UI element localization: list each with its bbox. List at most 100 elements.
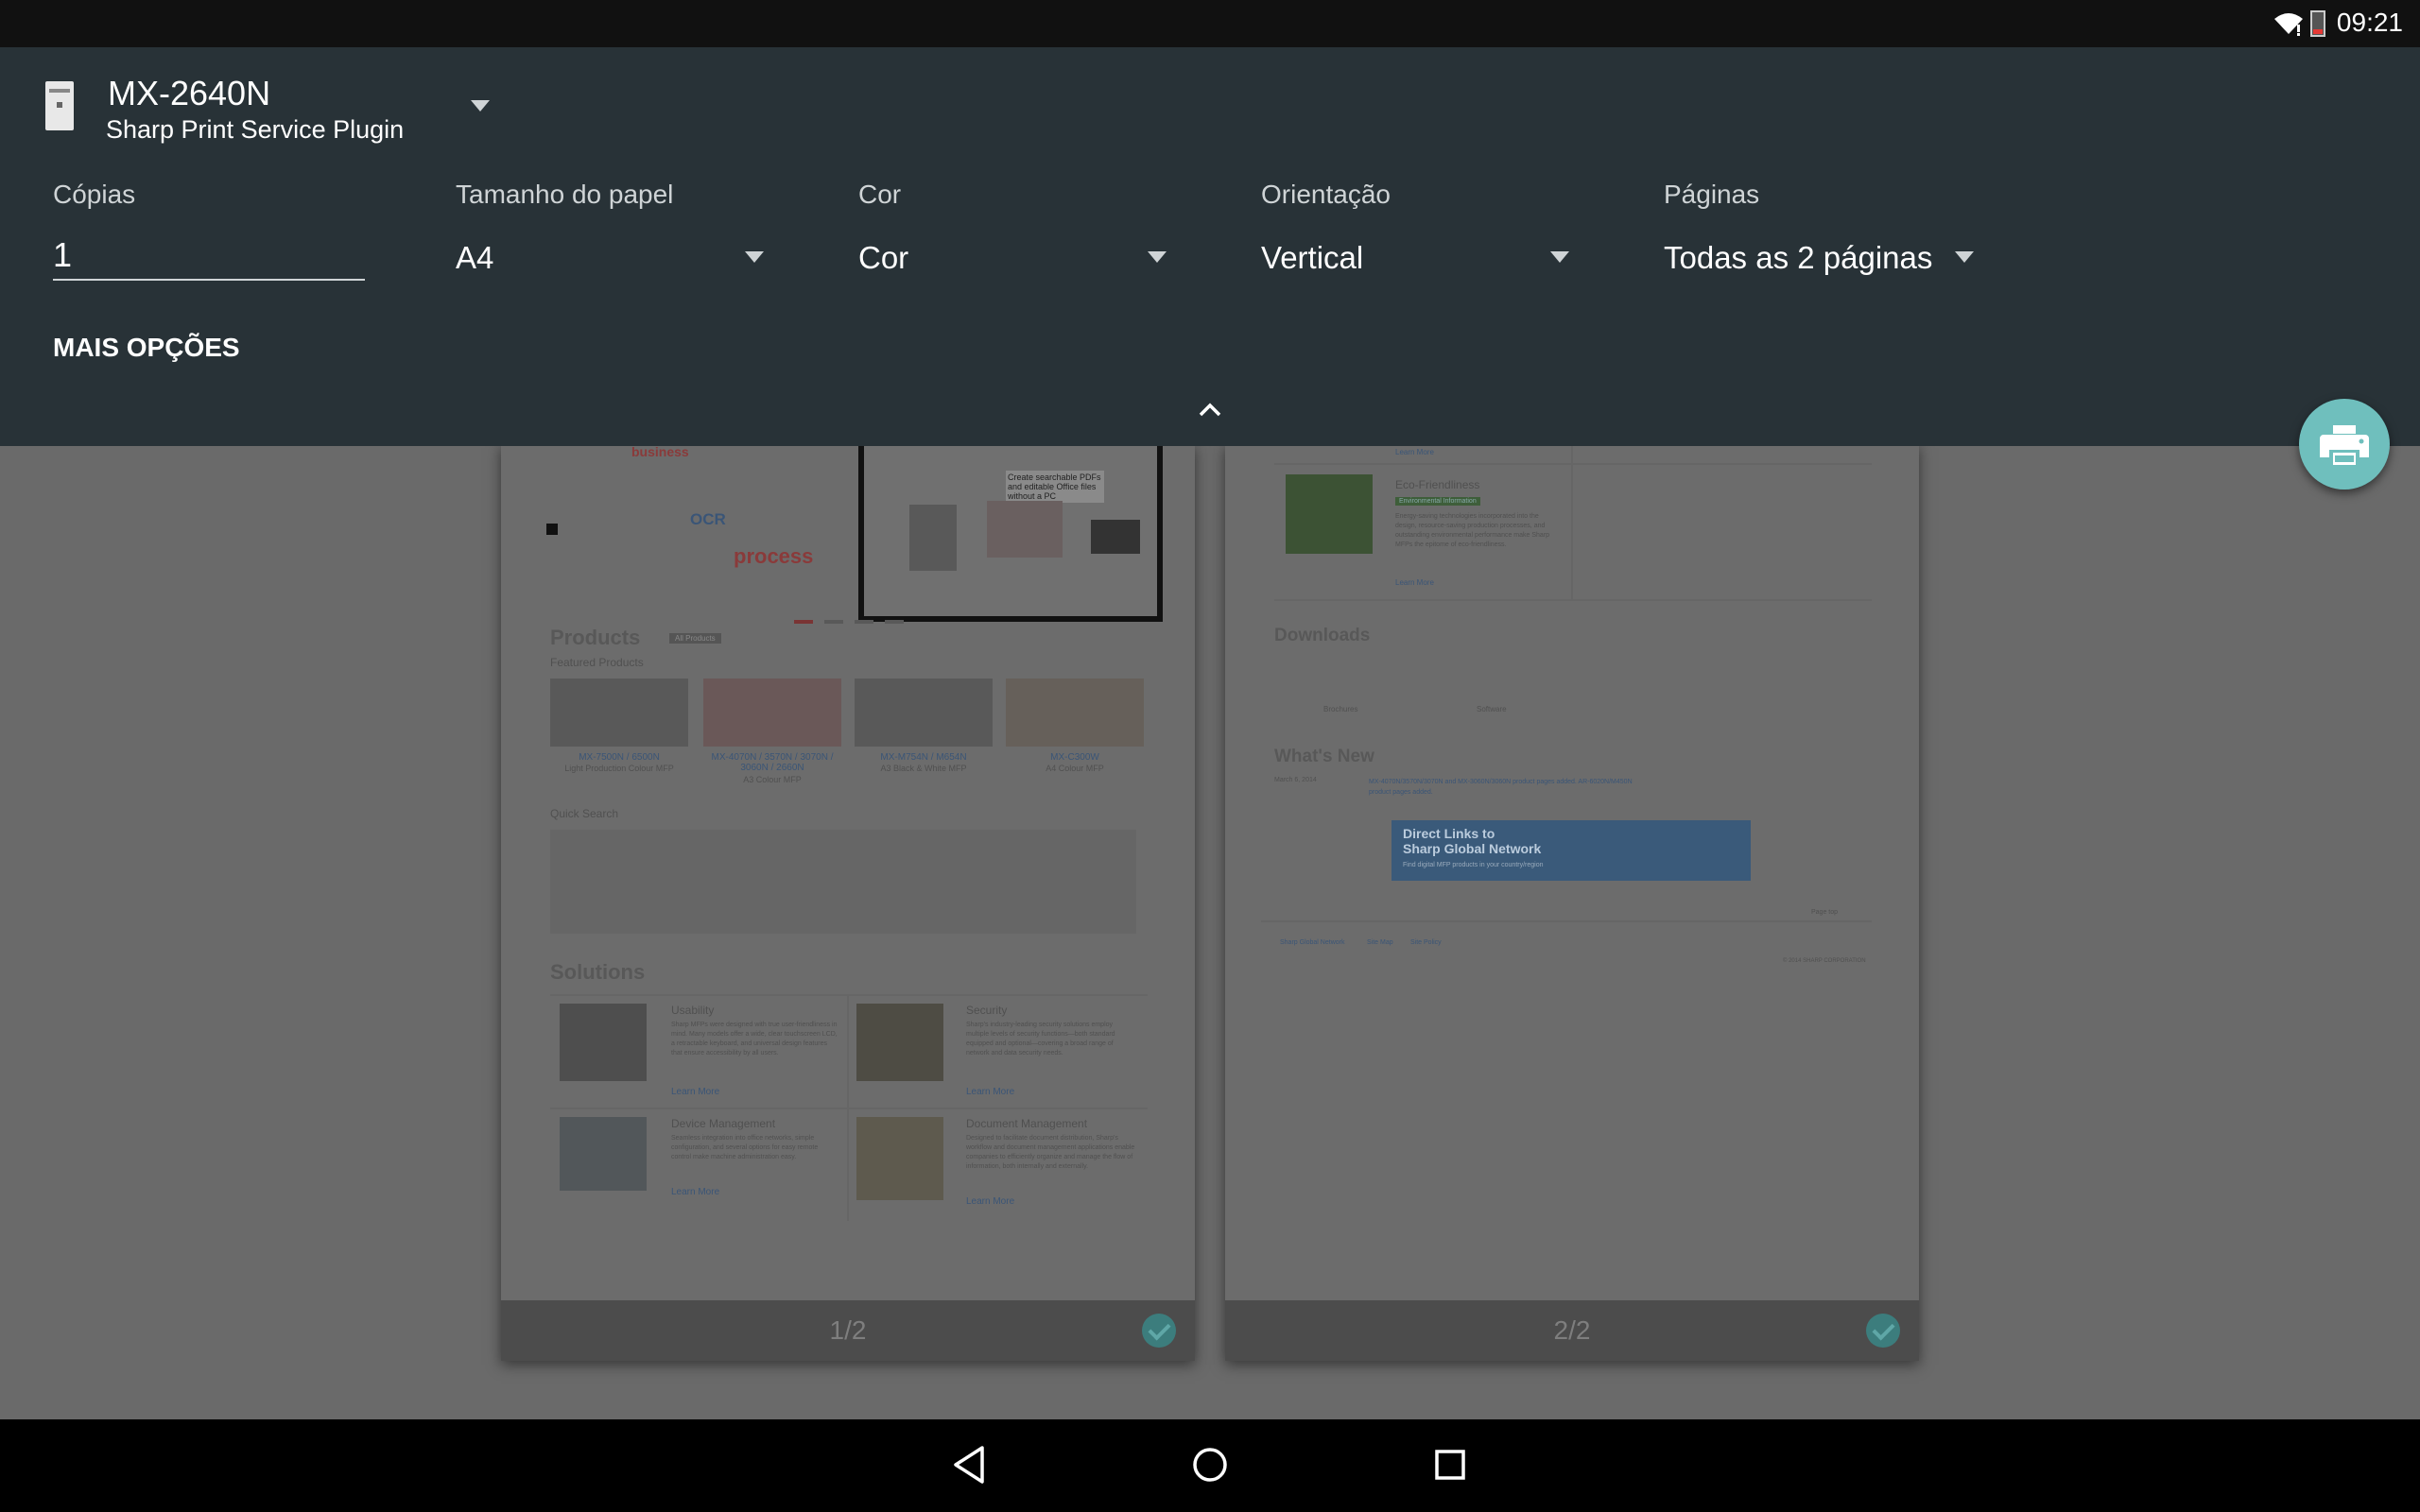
- product-desc: A3 Black & White MFP: [880, 764, 967, 773]
- footer-link[interactable]: Site Policy: [1410, 939, 1442, 946]
- divider: [550, 994, 1148, 996]
- chevron-down-icon[interactable]: [1955, 251, 1974, 263]
- wifi-icon: [2274, 13, 2303, 36]
- news-link[interactable]: MX-4070N/3570N/3070N and MX-3060N/3060N …: [1369, 777, 1652, 798]
- learn-more-link[interactable]: Learn More: [1395, 578, 1434, 587]
- preview-page-2[interactable]: Learn More Eco-Friendliness Environmenta…: [1225, 444, 1919, 1361]
- learn-more-link[interactable]: Learn More: [966, 1087, 1014, 1097]
- direct-links-title: Direct Links to: [1403, 826, 1495, 841]
- orientation-value[interactable]: Vertical: [1261, 240, 1363, 276]
- product-desc: A3 Colour MFP: [743, 775, 802, 784]
- downloads-title: Downloads: [1274, 626, 1371, 645]
- solution-image: [856, 1117, 943, 1200]
- solution-text: Seamless integration into office network…: [671, 1135, 819, 1160]
- downloads-link[interactable]: Brochures: [1323, 705, 1357, 713]
- product-desc: Light Production Colour MFP: [564, 764, 674, 773]
- slider-dot[interactable]: [855, 620, 873, 624]
- recents-icon[interactable]: [1433, 1444, 1467, 1486]
- solution-image: [856, 1004, 943, 1081]
- printer-icon: [45, 81, 74, 130]
- learn-more-link[interactable]: Learn More: [966, 1196, 1014, 1207]
- copies-field: Cópias: [53, 180, 135, 210]
- pages-value[interactable]: Todas as 2 páginas: [1664, 240, 1932, 276]
- slider-dot[interactable]: [885, 620, 904, 624]
- eco-text: Energy-saving technologies incorporated …: [1395, 513, 1550, 548]
- eco-badge[interactable]: Environmental Information: [1395, 497, 1480, 506]
- solution-image: [560, 1117, 647, 1191]
- home-icon[interactable]: [1191, 1444, 1229, 1486]
- chevron-down-icon[interactable]: [1550, 251, 1569, 263]
- hero-word: OCR: [690, 510, 726, 528]
- navigation-bar: [0, 1419, 2420, 1512]
- divider: [1261, 920, 1872, 922]
- direct-links-banner[interactable]: Direct Links to Sharp Global Network Fin…: [1392, 820, 1751, 881]
- status-bar: 09:21: [0, 0, 2420, 47]
- direct-links-caption: Find digital MFP products in your countr…: [1403, 862, 1544, 868]
- print-button[interactable]: [2299, 399, 2390, 490]
- back-icon[interactable]: [951, 1444, 987, 1486]
- paper-size-select[interactable]: Tamanho do papel A4: [456, 180, 768, 275]
- divider: [1274, 463, 1872, 465]
- product-desc: A4 Colour MFP: [1046, 764, 1104, 773]
- mfp-image: [909, 505, 957, 571]
- product-link[interactable]: MX-7500N / 6500N: [550, 752, 688, 763]
- solution-image: [560, 1004, 647, 1081]
- slider-prev-icon: [546, 524, 558, 535]
- solution-title: Device Management: [671, 1117, 776, 1130]
- learn-more-link[interactable]: Learn More: [671, 1187, 719, 1197]
- banner-callout: Create searchable PDFs and editable Offi…: [1006, 471, 1104, 503]
- battery-icon: [2310, 10, 2325, 37]
- product-image[interactable]: [1006, 679, 1144, 747]
- learn-more-link[interactable]: Learn More: [671, 1087, 719, 1097]
- news-date: March 6, 2014: [1274, 777, 1317, 783]
- solution-title: Usability: [671, 1004, 715, 1017]
- preview-page-1[interactable]: business OCR process Create searchable P…: [501, 444, 1195, 1361]
- product-image[interactable]: [855, 679, 993, 747]
- learn-more-link[interactable]: Learn More: [1395, 448, 1434, 456]
- quick-search-form[interactable]: [550, 830, 1136, 934]
- pages-select[interactable]: Páginas Todas as 2 páginas: [1664, 180, 1985, 275]
- direct-links-sub: Sharp Global Network: [1403, 841, 1542, 856]
- footer-link[interactable]: Site Map: [1367, 939, 1393, 946]
- divider: [550, 1108, 1148, 1109]
- product-link[interactable]: MX-M754N / M654N: [855, 752, 993, 763]
- paper-size-label: Tamanho do papel: [456, 180, 674, 209]
- printer-dropdown-icon[interactable]: [471, 100, 490, 112]
- slider-dot[interactable]: [824, 620, 843, 624]
- page-selected-check-icon[interactable]: [1142, 1314, 1176, 1348]
- solution-title: Security: [966, 1004, 1008, 1017]
- preview-area: [0, 444, 2420, 1419]
- collapse-chevron-up-icon[interactable]: [1197, 401, 1223, 418]
- chevron-down-icon[interactable]: [1148, 251, 1167, 263]
- print-icon: [2320, 425, 2369, 465]
- chevron-down-icon[interactable]: [745, 251, 764, 263]
- printer-service[interactable]: Sharp Print Service Plugin: [106, 115, 404, 145]
- solution-title: Document Management: [966, 1117, 1088, 1130]
- page-selected-check-icon[interactable]: [1866, 1314, 1900, 1348]
- orientation-label: Orientação: [1261, 180, 1391, 209]
- solutions-title: Solutions: [550, 960, 646, 984]
- page-footer: 2/2: [1225, 1300, 1919, 1361]
- copies-input[interactable]: [53, 232, 365, 281]
- product-image[interactable]: [703, 679, 841, 747]
- printer-name[interactable]: MX-2640N: [108, 74, 270, 113]
- paper-size-value[interactable]: A4: [456, 240, 493, 276]
- product-link[interactable]: MX-4070N / 3570N / 3070N / 3060N / 2660N: [703, 752, 841, 773]
- footer-link[interactable]: Sharp Global Network: [1280, 939, 1344, 946]
- page-top-link[interactable]: Page top: [1811, 909, 1838, 916]
- downloads-link[interactable]: Software: [1477, 705, 1507, 713]
- more-options-button[interactable]: MAIS OPÇÕES: [53, 333, 240, 363]
- page-number: 2/2: [1553, 1315, 1591, 1345]
- monitor-image: [1091, 520, 1140, 554]
- product-image[interactable]: [550, 679, 688, 747]
- orientation-select[interactable]: Orientação Vertical: [1261, 180, 1573, 275]
- color-select[interactable]: Cor Cor: [858, 180, 1170, 275]
- product-link[interactable]: MX-C300W: [1006, 752, 1144, 763]
- divider: [1571, 444, 1573, 599]
- slider-dot[interactable]: [794, 620, 813, 624]
- all-products-button[interactable]: All Products: [669, 633, 721, 644]
- solution-text: Sharp MFPs were designed with true user-…: [671, 1022, 838, 1057]
- color-value[interactable]: Cor: [858, 240, 908, 276]
- eco-title: Eco-Friendliness: [1395, 478, 1480, 491]
- page-content: business OCR process Create searchable P…: [501, 444, 1195, 1300]
